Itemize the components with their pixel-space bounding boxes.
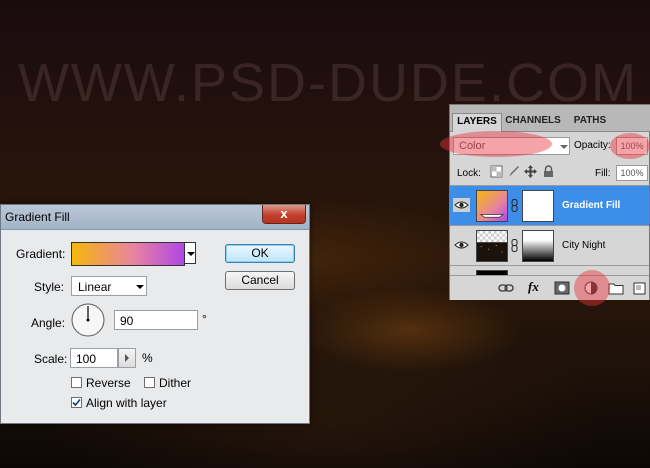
lock-pixels-brush-icon[interactable] bbox=[507, 165, 520, 178]
gradient-picker-dropdown[interactable] bbox=[184, 242, 196, 264]
scale-input[interactable]: 100 bbox=[70, 348, 118, 368]
opacity-label: Opacity: bbox=[574, 140, 611, 151]
lock-all-icon[interactable] bbox=[542, 165, 555, 178]
chevron-down-icon bbox=[560, 145, 568, 149]
gradient-fill-thumbnail bbox=[476, 190, 508, 222]
layer-name: City Night bbox=[562, 240, 606, 251]
close-icon: x bbox=[280, 206, 288, 221]
highlight-adjustment-button bbox=[574, 270, 610, 306]
new-layer-icon[interactable] bbox=[631, 281, 647, 295]
layer-name: Gradient Fill bbox=[562, 200, 621, 211]
degree-symbol: ° bbox=[202, 312, 207, 326]
chain-link-icon[interactable] bbox=[511, 199, 518, 212]
new-group-folder-icon[interactable] bbox=[608, 281, 624, 295]
tab-channels[interactable]: CHANNELS bbox=[503, 113, 563, 131]
tab-paths[interactable]: PATHS bbox=[568, 113, 612, 131]
city-night-thumbnail bbox=[476, 230, 508, 262]
lock-transparency-icon[interactable] bbox=[490, 165, 503, 178]
align-with-layer-checkbox[interactable] bbox=[71, 397, 82, 408]
align-with-layer-label: Align with layer bbox=[86, 396, 167, 410]
layer-row-gradient-fill[interactable]: Gradient Fill bbox=[450, 185, 649, 225]
angle-label: Angle: bbox=[31, 316, 66, 330]
gradient-label: Gradient: bbox=[16, 247, 66, 261]
reverse-label: Reverse bbox=[86, 376, 131, 390]
scale-slider-button[interactable] bbox=[118, 348, 136, 368]
fill-label: Fill: bbox=[595, 168, 611, 179]
highlight-blend-mode bbox=[440, 131, 552, 157]
layer-row-city-night[interactable]: City Night bbox=[450, 225, 649, 265]
angle-value: 90 bbox=[120, 314, 134, 328]
scale-label: Scale: bbox=[34, 352, 68, 366]
gradient-swatch[interactable] bbox=[71, 242, 185, 266]
cancel-button[interactable]: Cancel bbox=[225, 271, 295, 290]
layer-row-background[interactable] bbox=[450, 265, 649, 275]
angle-input[interactable]: 90 bbox=[114, 310, 198, 330]
eye-visibility-icon[interactable] bbox=[453, 238, 470, 252]
style-label: Style: bbox=[34, 280, 65, 294]
angle-dial[interactable] bbox=[70, 302, 106, 338]
lock-label: Lock: bbox=[457, 168, 481, 179]
panel-tab-bar: LAYERS CHANNELS PATHS bbox=[450, 105, 650, 132]
ok-button[interactable]: OK bbox=[225, 244, 295, 263]
layers-panel-toolbar: fx bbox=[450, 275, 649, 300]
percent-symbol: % bbox=[142, 351, 153, 365]
gradient-fill-dialog: Gradient Fill x Gradient: Style: Linear … bbox=[0, 204, 310, 424]
link-layers-icon[interactable] bbox=[498, 281, 514, 295]
scale-value: 100 bbox=[76, 352, 97, 366]
style-value: Linear bbox=[78, 280, 112, 294]
dialog-titlebar[interactable]: Gradient Fill x bbox=[1, 205, 309, 230]
dialog-title: Gradient Fill bbox=[5, 210, 70, 224]
eye-visibility-icon[interactable] bbox=[453, 198, 470, 212]
chain-link-icon[interactable] bbox=[511, 239, 518, 252]
chevron-down-icon bbox=[136, 285, 144, 289]
add-mask-icon[interactable] bbox=[554, 281, 570, 295]
lock-position-move-icon[interactable] bbox=[524, 165, 537, 178]
style-select[interactable]: Linear bbox=[71, 276, 147, 296]
dither-checkbox[interactable] bbox=[144, 377, 155, 388]
reverse-checkbox[interactable] bbox=[71, 377, 82, 388]
highlight-opacity bbox=[610, 133, 650, 159]
layer-mask-thumbnail[interactable] bbox=[522, 190, 554, 222]
checkmark-icon bbox=[72, 398, 81, 407]
fill-input[interactable]: 100% bbox=[616, 165, 648, 181]
layer-style-fx-button[interactable]: fx bbox=[528, 279, 544, 294]
layer-mask-thumbnail[interactable] bbox=[522, 230, 554, 262]
tab-layers[interactable]: LAYERS bbox=[452, 113, 502, 132]
dither-label: Dither bbox=[159, 376, 192, 390]
close-button[interactable]: x bbox=[262, 205, 306, 224]
